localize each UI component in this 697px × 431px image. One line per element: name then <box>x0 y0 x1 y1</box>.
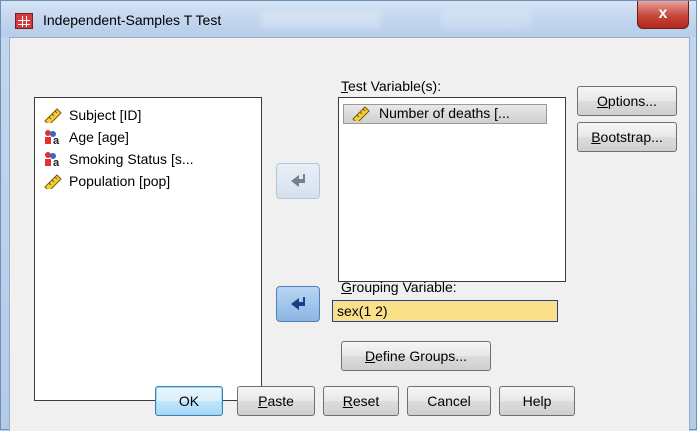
nominal-person-icon: a <box>43 151 63 169</box>
list-item[interactable]: Subject [ID] <box>35 104 261 126</box>
list-item-label: Age [age] <box>69 129 129 145</box>
list-item-label: Population [pop] <box>69 173 171 189</box>
list-item-label: Smoking Status [s... <box>69 151 194 167</box>
options-button[interactable]: Options... <box>577 86 677 116</box>
grouping-variable-label: Grouping Variable: <box>341 279 457 295</box>
list-item[interactable]: Population [pop] <box>35 170 261 192</box>
ruler-scale-icon <box>43 173 63 192</box>
list-item[interactable]: a Smoking Status [s... <box>35 148 261 170</box>
define-groups-button[interactable]: Define Groups... <box>341 341 491 371</box>
blurred-background-title <box>261 11 381 29</box>
help-button[interactable]: Help <box>499 386 575 416</box>
list-item[interactable]: a Age [age] <box>35 126 261 148</box>
arrow-right-icon <box>291 174 305 187</box>
ruler-scale-icon <box>43 107 63 126</box>
svg-text:a: a <box>53 157 60 167</box>
move-to-grouping-variable-button[interactable] <box>276 286 320 322</box>
test-variables-label: Test Variable(s): <box>341 78 442 94</box>
ruler-scale-icon <box>351 105 371 124</box>
source-variable-list[interactable]: Subject [ID] a Age [age] a Smoking Statu… <box>34 97 262 401</box>
cancel-button[interactable]: Cancel <box>407 386 491 416</box>
ok-button[interactable]: OK <box>155 386 223 416</box>
move-to-test-variable-button[interactable] <box>276 163 320 199</box>
arrow-right-icon <box>291 297 305 310</box>
svg-text:a: a <box>53 135 60 145</box>
bootstrap-button[interactable]: Bootstrap... <box>577 122 677 152</box>
paste-button[interactable]: Paste <box>237 386 315 416</box>
reset-button[interactable]: Reset <box>323 386 399 416</box>
test-variables-list[interactable]: Number of deaths [... <box>338 97 566 282</box>
title-bar[interactable]: Independent-Samples T Test x <box>1 1 696 37</box>
blurred-background-title <box>441 11 531 29</box>
dialog-window: Independent-Samples T Test x Subject [ID… <box>0 0 697 431</box>
list-item[interactable]: Number of deaths [... <box>339 102 565 124</box>
list-item-label: Number of deaths [... <box>379 105 510 121</box>
close-icon: x <box>658 5 668 22</box>
window-title: Independent-Samples T Test <box>43 12 222 28</box>
list-item-label: Subject [ID] <box>69 107 142 123</box>
grouping-variable-field[interactable]: sex(1 2) <box>332 300 558 322</box>
close-button[interactable]: x <box>637 1 689 29</box>
dialog-client-area: Subject [ID] a Age [age] a Smoking Statu… <box>9 37 690 431</box>
nominal-person-icon: a <box>43 129 63 147</box>
spss-dialog-icon <box>15 13 33 29</box>
